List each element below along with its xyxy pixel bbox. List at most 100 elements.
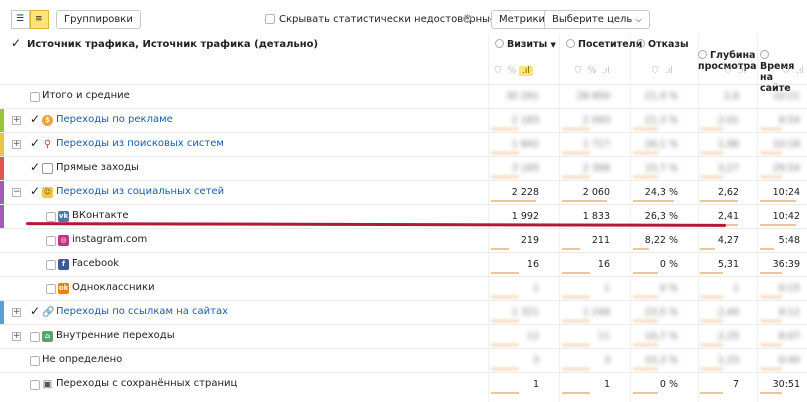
time-on-site-value: 9:12 — [778, 307, 800, 318]
group-color-stripe — [0, 133, 4, 156]
time-on-site-value: 36:39 — [772, 259, 800, 270]
row-checkmark-icon[interactable]: ✓ — [30, 185, 40, 197]
percent-icon[interactable]: % — [585, 66, 599, 76]
bar-chart-icon[interactable]: .ıl — [793, 66, 807, 76]
visitors-value: 2 399 — [582, 163, 610, 174]
report-toolbar: ☰ ≡ Группировки Скрывать статистически н… — [0, 0, 807, 34]
metric-bar — [562, 296, 590, 298]
filter-icon[interactable]: ⛉ — [648, 66, 662, 76]
visitors-value: 2 093 — [582, 115, 610, 126]
dimension-column-title[interactable]: Источник трафика, Источник трафика (дета… — [27, 39, 318, 50]
table-row-search[interactable]: + ✓ ⚲ Переходы из поисковых систем 1 842… — [0, 132, 807, 156]
row-label[interactable]: Переходы по рекламе — [56, 114, 173, 125]
row-checkmark-icon[interactable]: ✓ — [30, 305, 40, 317]
row-checkbox[interactable] — [30, 92, 40, 102]
expand-icon[interactable]: + — [12, 308, 21, 317]
row-checkbox[interactable] — [30, 380, 40, 390]
gear-icon[interactable]: ⚙ — [462, 12, 473, 26]
row-checkbox[interactable] — [46, 284, 56, 294]
visitors-value: 1 248 — [582, 307, 610, 318]
page-depth-value: 1 — [732, 283, 739, 294]
row-checkbox[interactable] — [46, 260, 56, 270]
table-row-internal[interactable]: + ⌂ Внутренние переходы 12 11 16,7 % 2,25 8:… — [0, 324, 807, 348]
metric-bar — [700, 320, 723, 322]
visits-value: 1 — [532, 283, 539, 294]
bar-chart-icon[interactable]: .ıl — [519, 66, 533, 76]
visits-value: 12 — [526, 331, 539, 342]
groupings-button[interactable]: Группировки — [56, 10, 141, 29]
table-row-instagram[interactable]: ◎ instagram.com 219 211 8,22 % 4,27 5:48 — [0, 228, 807, 252]
metric-bar — [700, 128, 723, 130]
table-row-direct[interactable]: ✓ Прямые заходы 3 165 2 399 15,7 % 3,27 29:5… — [0, 156, 807, 180]
table-row-ads[interactable]: + ✓ $ Переходы по рекламе 2 183 2 093 21,3… — [0, 108, 807, 132]
filter-icon[interactable]: ⛉ — [491, 66, 505, 76]
metric-bar — [491, 176, 519, 178]
percent-icon[interactable]: % — [505, 66, 519, 76]
time-on-site-value: 29:54 — [772, 163, 800, 174]
bounce-rate-value: 0 % — [659, 379, 678, 390]
home-icon: ⌂ — [42, 331, 53, 342]
metric-bar — [491, 248, 509, 250]
visits-value: 1 842 — [511, 139, 539, 150]
metric-bar — [633, 296, 658, 298]
row-checkmark-icon[interactable]: ✓ — [30, 113, 40, 125]
visits-value: 2 183 — [511, 115, 539, 126]
row-label[interactable]: Переходы из социальных сетей — [56, 186, 224, 197]
row-label[interactable]: Переходы из поисковых систем — [56, 138, 224, 149]
metric-bar — [700, 248, 715, 250]
collapse-icon[interactable]: − — [12, 188, 21, 197]
table-row-links[interactable]: + ✓ 🔗 Переходы по ссылкам на сайтах 1 32… — [0, 300, 807, 324]
metric-bar — [562, 128, 590, 130]
table-row-social[interactable]: − ✓ ☺ Переходы из социальных сетей 2 228… — [0, 180, 807, 204]
page-depth-column-tools: ⛉ .ıl — [721, 66, 749, 76]
expand-icon[interactable]: + — [12, 140, 21, 149]
info-icon — [495, 39, 504, 48]
bounce-rate-value: 21,4 % — [644, 91, 678, 102]
row-label[interactable]: Переходы по ссылкам на сайтах — [56, 306, 228, 317]
bounce-rate-value: 16,7 % — [644, 331, 678, 342]
row-checkbox[interactable] — [46, 212, 56, 222]
time-on-site-value: 10:42 — [772, 211, 800, 222]
metric-bar — [633, 128, 658, 130]
vk-icon: vk — [58, 211, 69, 222]
hide-stats-checkbox[interactable] — [265, 14, 275, 24]
metric-bar — [562, 320, 590, 322]
page-depth-value: 1,33 — [717, 355, 739, 366]
row-checkbox[interactable] — [46, 236, 56, 246]
time-on-site-value: 0:40 — [778, 355, 800, 366]
row-checkmark-icon[interactable]: ✓ — [30, 137, 40, 149]
metric-bar — [633, 248, 649, 250]
bar-chart-icon[interactable]: .ıl — [599, 66, 613, 76]
filter-icon[interactable]: ⛉ — [779, 66, 793, 76]
expand-icon[interactable]: + — [12, 116, 21, 125]
row-label: Внутренние переходы — [56, 330, 175, 341]
tree-view-button[interactable]: ≡ — [30, 10, 49, 29]
table-row-facebook[interactable]: f Facebook 16 16 0 % 5,31 36:39 — [0, 252, 807, 276]
row-checkmark-icon[interactable]: ✓ — [30, 161, 40, 173]
table-row-saved-pages[interactable]: ▣ Переходы с сохранённых страниц 1 1 0 % 7 3… — [0, 372, 807, 396]
time-on-site-value: 0:15 — [778, 283, 800, 294]
bounce-rate-value: 0 % — [659, 259, 678, 270]
bounce-rate-value: 26,3 % — [644, 211, 678, 222]
bar-chart-icon[interactable]: .ıl — [735, 66, 749, 76]
visitors-column-header[interactable]: Посетители — [566, 39, 642, 50]
expand-icon[interactable]: + — [12, 332, 21, 341]
visitors-value: 11 — [597, 331, 610, 342]
metric-bar — [700, 272, 723, 274]
row-checkbox[interactable] — [30, 332, 40, 342]
table-row-odnoklassniki[interactable]: ok Одноклассники 1 1 0 % 1 0:15 — [0, 276, 807, 300]
filter-icon[interactable]: ⛉ — [721, 66, 735, 76]
bounces-column-tools: ⛉ .ıl — [648, 66, 676, 76]
bar-chart-icon[interactable]: .ıl — [662, 66, 676, 76]
metric-bar — [760, 272, 782, 274]
list-view-button[interactable]: ☰ — [11, 10, 30, 29]
metric-bar — [700, 296, 723, 298]
table-row-undefined[interactable]: Не определено 3 3 33,3 % 1,33 0:40 — [0, 348, 807, 372]
row-label: Одноклассники — [72, 282, 155, 293]
select-goal-button[interactable]: Выберите цель ⌵ — [544, 10, 650, 29]
visits-column-header[interactable]: Визиты ▼ — [495, 39, 556, 51]
bounces-column-header[interactable]: Отказы — [636, 39, 689, 50]
row-checkbox[interactable] — [30, 356, 40, 366]
select-all-checkmark-icon[interactable]: ✓ — [11, 37, 21, 49]
filter-icon[interactable]: ⛉ — [571, 66, 585, 76]
